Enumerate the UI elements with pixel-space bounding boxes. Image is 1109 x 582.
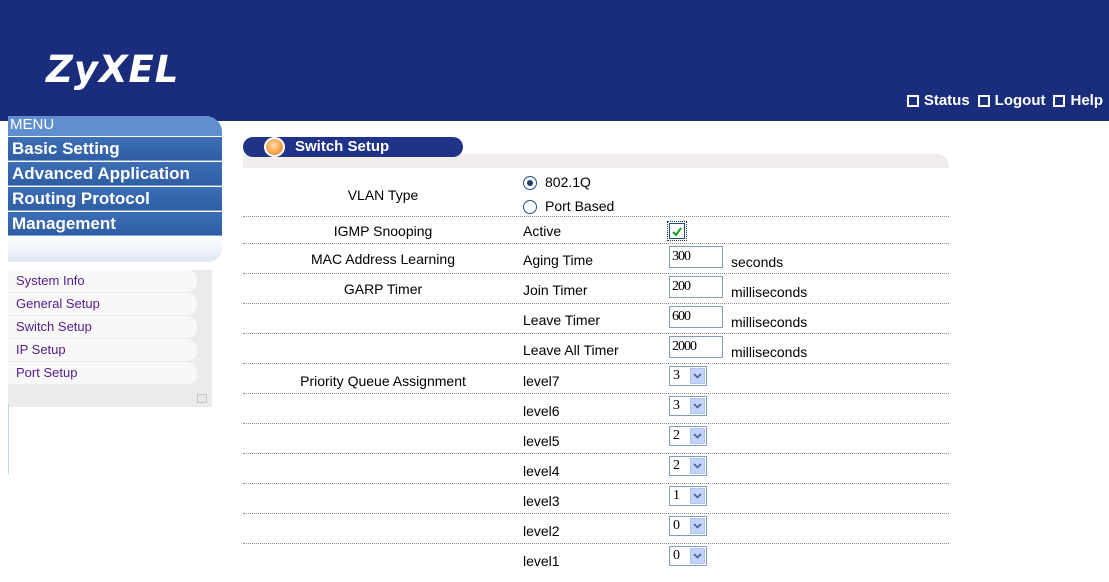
level6-label: level6: [523, 403, 560, 419]
status-link-label: Status: [923, 92, 970, 109]
priority-row-level7: Priority Queue Assignment level7 3: [243, 364, 949, 394]
level2-value: 0: [673, 518, 680, 533]
chevron-down-icon: [690, 398, 705, 414]
leave-timer-input[interactable]: 600: [669, 306, 723, 328]
radio-empty-icon: [523, 200, 537, 215]
mac-label: MAC Address Learning: [311, 251, 455, 267]
level1-value: 0: [673, 548, 680, 563]
logout-icon: [977, 94, 990, 107]
priority-row-level1: level1 0: [243, 544, 949, 580]
vlan-type-label: VLAN Type: [347, 187, 419, 203]
submenu-panel: System Info General Setup Switch Setup I…: [8, 270, 212, 407]
zyxel-logo: ZyXEL: [46, 48, 180, 91]
chevron-down-icon: [690, 368, 705, 384]
chevron-down-icon: [690, 518, 705, 534]
join-timer-unit: milliseconds: [731, 284, 808, 300]
igmp-field: Active: [523, 223, 562, 239]
page-title-tab: Switch Setup: [243, 137, 463, 157]
chevron-down-icon: [690, 428, 705, 444]
igmp-checkbox[interactable]: [667, 221, 687, 241]
submenu-general-setup[interactable]: General Setup: [8, 293, 197, 315]
help-icon: [1053, 94, 1066, 107]
leave-all-timer-label: Leave All Timer: [523, 342, 619, 358]
level3-label: level3: [523, 493, 560, 509]
level3-value: 1: [673, 488, 680, 503]
garp-join-row: GARP Timer Join Timer 200 milliseconds: [243, 274, 949, 304]
radio-selected-icon: [523, 176, 537, 191]
garp-leave-row: Leave Timer 600 milliseconds: [243, 304, 949, 334]
sidebar-edge: [8, 404, 9, 474]
level6-select[interactable]: 3: [669, 396, 707, 416]
leave-timer-label: Leave Timer: [523, 312, 601, 328]
priority-row-level5: level5 2: [243, 424, 949, 454]
menu-management[interactable]: Management: [8, 212, 222, 236]
aging-time-input[interactable]: 300: [669, 246, 723, 268]
submenu-ip-setup[interactable]: IP Setup: [8, 339, 197, 361]
aging-time-unit: seconds: [731, 254, 784, 270]
home-icon: [906, 94, 919, 107]
level2-select[interactable]: 0: [669, 516, 707, 536]
join-timer-input[interactable]: 200: [669, 276, 723, 298]
help-link-label: Help: [1070, 92, 1103, 109]
level1-label: level1: [523, 553, 560, 569]
radio-8021q[interactable]: 802.1Q: [523, 174, 591, 191]
leave-all-timer-input[interactable]: 2000: [669, 336, 723, 358]
header-bar: ZyXEL Status Logout Help: [0, 0, 1109, 121]
radio-8021q-label: 802.1Q: [545, 174, 591, 190]
submenu-port-setup[interactable]: Port Setup: [8, 362, 197, 384]
level4-select[interactable]: 2: [669, 456, 707, 476]
level4-value: 2: [673, 458, 680, 473]
page-title: Switch Setup: [295, 138, 390, 155]
submenu-system-info[interactable]: System Info: [8, 270, 197, 292]
level7-select[interactable]: 3: [669, 366, 707, 386]
resize-handle: [197, 394, 207, 403]
menu-basic-setting[interactable]: Basic Setting: [8, 137, 222, 161]
level4-label: level4: [523, 463, 560, 479]
level3-select[interactable]: 1: [669, 486, 707, 506]
orb-icon: [264, 137, 285, 157]
chevron-down-icon: [690, 458, 705, 474]
checkmark-icon: [672, 227, 682, 237]
level5-select[interactable]: 2: [669, 426, 707, 446]
leave-all-timer-unit: milliseconds: [731, 344, 808, 360]
level6-value: 3: [673, 398, 680, 413]
chevron-down-icon: [690, 548, 705, 564]
join-timer-label: Join Timer: [523, 282, 588, 298]
menu-advanced-application[interactable]: Advanced Application: [8, 162, 222, 186]
help-link[interactable]: Help: [1053, 92, 1103, 109]
aging-time-label: Aging Time: [523, 252, 594, 268]
level2-label: level2: [523, 523, 560, 539]
level5-label: level5: [523, 433, 560, 449]
level5-value: 2: [673, 428, 680, 443]
menu-routing-protocol[interactable]: Routing Protocol: [8, 187, 222, 211]
mac-row: MAC Address Learning Aging Time 300 seco…: [243, 244, 949, 274]
vlan-type-row: VLAN Type 802.1Q Port Based: [243, 170, 949, 217]
priority-row-level4: level4 2: [243, 454, 949, 484]
logout-link[interactable]: Logout: [977, 92, 1046, 109]
garp-leave-all-row: Leave All Timer 2000 milliseconds: [243, 334, 949, 364]
level7-label: level7: [523, 373, 560, 389]
priority-label: Priority Queue Assignment: [300, 373, 466, 389]
logout-link-label: Logout: [994, 92, 1046, 109]
radio-port-based-label: Port Based: [545, 198, 615, 214]
submenu-switch-setup[interactable]: Switch Setup: [8, 316, 197, 338]
status-link[interactable]: Status: [906, 92, 970, 109]
priority-row-level2: level2 0: [243, 514, 949, 544]
priority-row-level3: level3 1: [243, 484, 949, 514]
level1-select[interactable]: 0: [669, 546, 707, 566]
chevron-down-icon: [690, 488, 705, 504]
level7-value: 3: [673, 368, 680, 383]
radio-port-based[interactable]: Port Based: [523, 198, 615, 215]
igmp-row: IGMP Snooping Active: [243, 217, 949, 244]
menu-title: MENU: [8, 116, 222, 136]
priority-row-level6: level6 3: [243, 394, 949, 424]
top-links: Status Logout Help: [906, 92, 1103, 109]
igmp-label: IGMP Snooping: [333, 223, 433, 239]
menu-divider: [8, 236, 222, 262]
garp-label: GARP Timer: [343, 281, 423, 297]
leave-timer-unit: milliseconds: [731, 314, 808, 330]
